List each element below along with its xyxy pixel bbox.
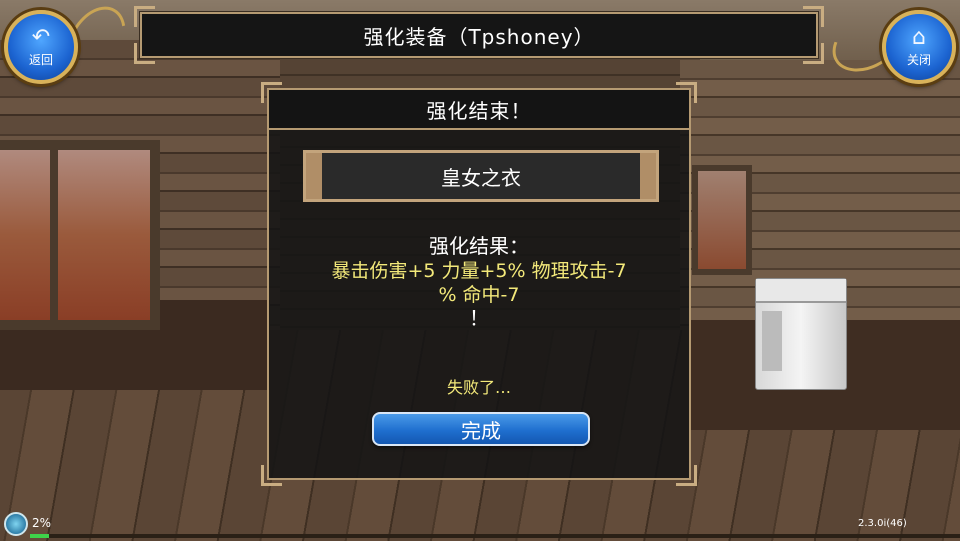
progress-percent: 2% [32,516,52,530]
enhance-result-panel: 强化结束！ 皇女之衣 强化结果： 暴击伤害+5 力量+5% 物理攻击-7 % 命… [261,82,697,486]
progress-fill [30,534,49,538]
result-line-1: 暴击伤害+5 力量+5% 物理攻击-7 [331,260,627,282]
close-button[interactable]: ⌂ 关闭 [882,10,956,84]
right-window [692,165,752,275]
result-label: 强化结果： [429,234,529,258]
panel-header: 强化结束！ [269,90,689,130]
panel-title: 强化结束！ [426,98,532,123]
page-title: 强化装备（Tpshoney） [363,24,595,49]
progress-bar [30,534,960,538]
back-arrow-icon: ↶ [31,24,51,50]
globe-icon [4,512,28,536]
back-button-label: 返回 [28,52,53,67]
result-exclamation: ！ [469,306,489,330]
title-bar: 强化装备（Tpshoney） [134,6,824,64]
item-name-box: 皇女之衣 [303,150,659,202]
back-button[interactable]: ↶ 返回 [4,10,78,84]
close-button-label: 关闭 [906,52,931,67]
version-label: 2.3.0i(46) [858,518,907,529]
stove [755,278,847,390]
home-icon: ⌂ [912,24,926,50]
item-name: 皇女之衣 [441,165,521,190]
fail-message: 失败了… [446,378,511,397]
done-button-label: 完成 [461,418,501,443]
done-button[interactable]: 完成 [372,412,590,446]
left-window [0,140,160,330]
